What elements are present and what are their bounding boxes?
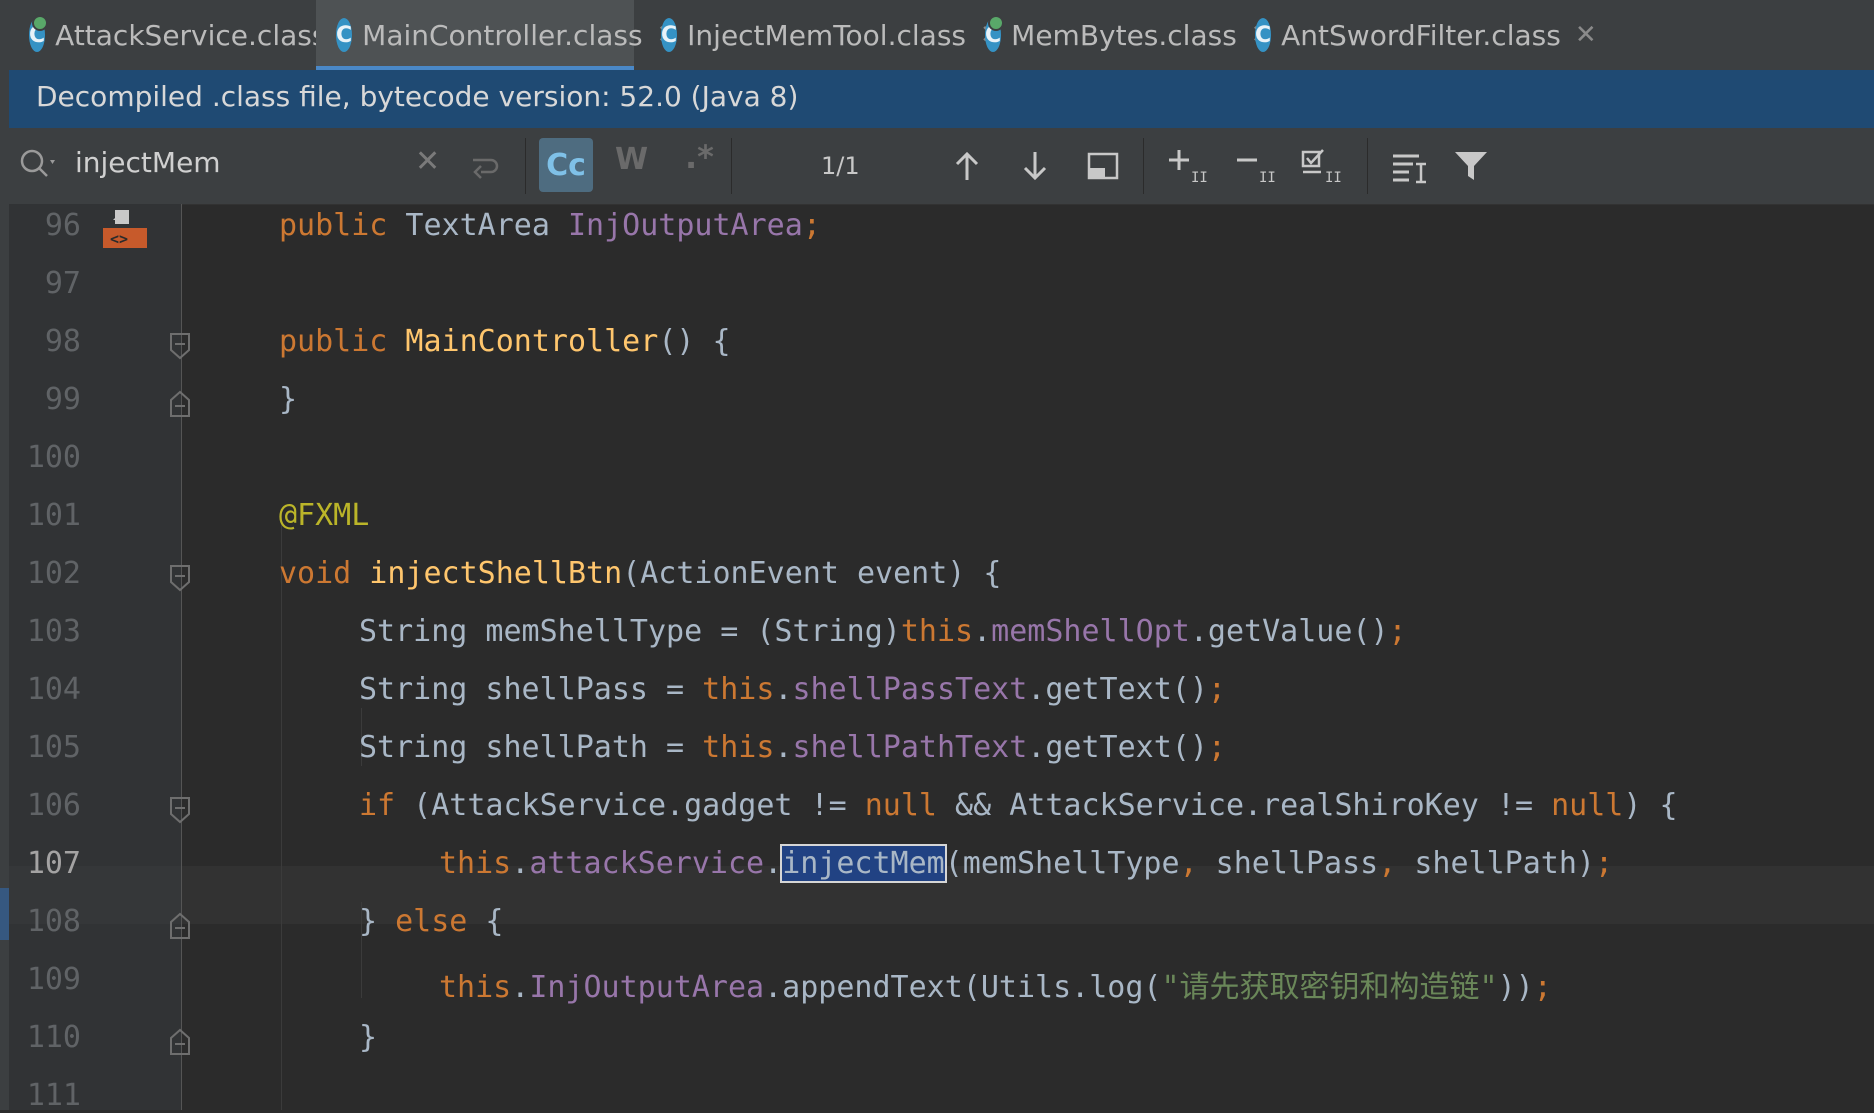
code-line-104: String shellPass = this.shellPassText.ge… [359,672,1226,707]
code-line-99: } [279,382,298,417]
tab-maincontroller[interactable]: C MainController.class ✕ [316,0,678,70]
filter-icon[interactable] [1451,146,1491,186]
line-number: 98 [44,324,81,359]
line-number: 110 [26,1020,81,1055]
tab-injectmemtool[interactable]: C InjectMemTool.class ✕ [641,0,1002,70]
java-class-icon: C [29,15,49,52]
code-editor[interactable]: 96 97 98 99 100 101 102 103 104 105 106 … [9,204,1874,1113]
arrow-down-icon[interactable] [1017,146,1053,186]
search-match-highlight: injectMem [780,844,947,883]
remove-occurrence-icon[interactable]: II [1233,146,1277,186]
svg-text:<>: <> [110,230,128,248]
fold-open-icon[interactable] [169,564,191,592]
tab-membytes[interactable]: C MemBytes.class ✕ [965,0,1273,70]
decompiled-banner: Decompiled .class file, bytecode version… [9,70,1874,128]
code-line-101: @FXML [279,498,370,533]
clear-search-icon[interactable]: ✕ [415,144,440,179]
close-icon[interactable]: ✕ [1575,20,1597,50]
line-number: 106 [26,788,81,823]
words-button[interactable]: W [615,142,648,177]
tab-label: MainController.class [362,18,643,52]
code-line-107: this.attackService.injectMem(memShellTyp… [439,844,1614,883]
toggle-occurrence-icon[interactable]: II [1299,146,1347,186]
search-icon[interactable] [17,146,61,182]
java-class-icon: C [1255,18,1272,52]
indent-guide [281,514,282,1110]
select-all-occurrences-icon[interactable] [1083,146,1123,186]
strip-marker [0,888,9,940]
line-number: 101 [26,498,81,533]
line-number: 103 [26,614,81,649]
fold-open-icon[interactable] [169,332,191,360]
svg-text:II: II [1259,170,1276,186]
fold-close-icon[interactable] [169,1028,191,1056]
code-line-103: String memShellType = (String)this.memSh… [359,614,1407,649]
match-case-button[interactable]: Cc [539,138,593,192]
line-number: 97 [44,266,81,301]
separator [731,138,732,194]
line-number: 100 [26,440,81,475]
filter-options-icon[interactable] [1389,146,1433,186]
java-class-icon: C [985,15,1005,52]
tab-label: InjectMemTool.class [687,18,966,52]
line-number: 108 [26,904,81,939]
svg-text:II: II [1191,170,1208,186]
code-line-110: } [359,1020,378,1055]
fold-close-icon[interactable] [169,390,191,418]
java-class-icon: C [336,18,353,52]
line-number: 109 [26,962,81,997]
line-number: 99 [44,382,81,417]
match-count: 1/1 [821,152,860,180]
code-line-96: public TextArea InjOutputArea; [279,208,821,243]
decompiled-marker-icon[interactable]: <> [101,204,149,252]
regex-button[interactable]: .* [685,138,714,176]
fold-open-icon[interactable] [169,796,191,824]
line-number: 111 [26,1078,81,1113]
banner-text: Decompiled .class file, bytecode version… [36,80,799,113]
separator [1143,138,1144,194]
separator [525,138,526,194]
add-occurrence-icon[interactable]: II [1165,146,1209,186]
separator [1367,138,1368,194]
left-tool-strip [0,0,9,1110]
line-number: 96 [44,208,81,243]
find-bar: injectMem ✕ Cc W .* 1/1 II II II [9,128,1874,205]
java-class-icon: C [661,18,678,52]
tab-attackservice[interactable]: C AttackService.class ✕ [9,0,362,70]
line-number: 102 [26,556,81,591]
tab-label: AntSwordFilter.class [1281,18,1561,52]
code-line-109: this.InjOutputArea.appendText(Utils.log(… [439,970,1552,1005]
tab-label: AttackService.class [55,18,327,52]
new-line-icon[interactable] [467,146,503,182]
line-number: 105 [26,730,81,765]
search-input[interactable]: injectMem [75,146,221,179]
tab-label: MemBytes.class [1011,18,1237,52]
code-line-108: } else { [359,904,504,939]
fold-close-icon[interactable] [169,912,191,940]
line-number-current: 107 [26,846,81,881]
code-line-105: String shellPath = this.shellPathText.ge… [359,730,1226,765]
tab-antswordfilter[interactable]: C AntSwordFilter.class ✕ [1235,0,1597,70]
arrow-up-icon[interactable] [949,146,985,186]
code-line-102: void injectShellBtn(ActionEvent event) { [279,556,1002,591]
code-line-98: public MainController() { [279,324,731,359]
code-line-106: if (AttackService.gadget != null && Atta… [359,788,1678,823]
line-number: 104 [26,672,81,707]
svg-text:II: II [1325,170,1342,186]
editor-tab-bar: C AttackService.class ✕ C MainController… [9,0,1874,71]
